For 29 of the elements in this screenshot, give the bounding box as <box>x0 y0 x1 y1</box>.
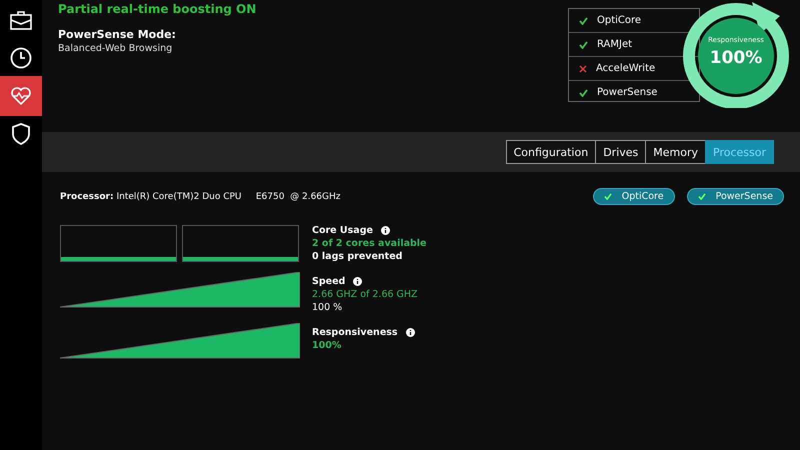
mode-label: PowerSense Mode: <box>58 28 177 41</box>
shield-icon <box>11 123 31 145</box>
tab[interactable]: Memory <box>645 140 706 164</box>
info-icon[interactable] <box>353 277 362 286</box>
feature-name: RAMJet <box>597 39 632 50</box>
briefcase-icon <box>10 10 32 30</box>
feature-name: PowerSense <box>597 87 658 98</box>
feature-badge: PowerSense <box>686 188 784 205</box>
heart-icon <box>10 86 32 106</box>
processor-info: Processor: Intel(R) Core(TM)2 Duo CPU E6750 @ 2.66GHz <box>60 192 341 202</box>
tab[interactable]: Drives <box>595 140 646 164</box>
tab[interactable]: Configuration <box>506 140 596 164</box>
feature-name: AcceleWrite <box>596 63 656 74</box>
feature-badge: OptiCore <box>592 188 675 205</box>
boosting-status: Partial real-time boosting ON <box>58 2 258 16</box>
meter-title: Core Usage <box>312 225 373 236</box>
mode-value: Balanced-Web Browsing <box>58 43 174 54</box>
meter-note: 0 lags prevented <box>312 251 404 262</box>
meter-note: 100 % <box>312 302 344 313</box>
info-icon[interactable] <box>380 226 390 235</box>
meter-detail: 100% <box>312 340 342 351</box>
meter-title: Responsiveness <box>312 327 398 338</box>
meter-detail: 2.66 GHZ of 2.66 GHZ <box>312 289 418 300</box>
meter-detail: 2 of 2 cores available <box>312 238 426 249</box>
feature-name: OptiCore <box>597 15 642 26</box>
meter-title: Speed <box>312 276 346 287</box>
gauge-value: 100% <box>708 48 764 68</box>
clock-icon <box>10 47 32 69</box>
info-icon[interactable] <box>406 328 415 337</box>
